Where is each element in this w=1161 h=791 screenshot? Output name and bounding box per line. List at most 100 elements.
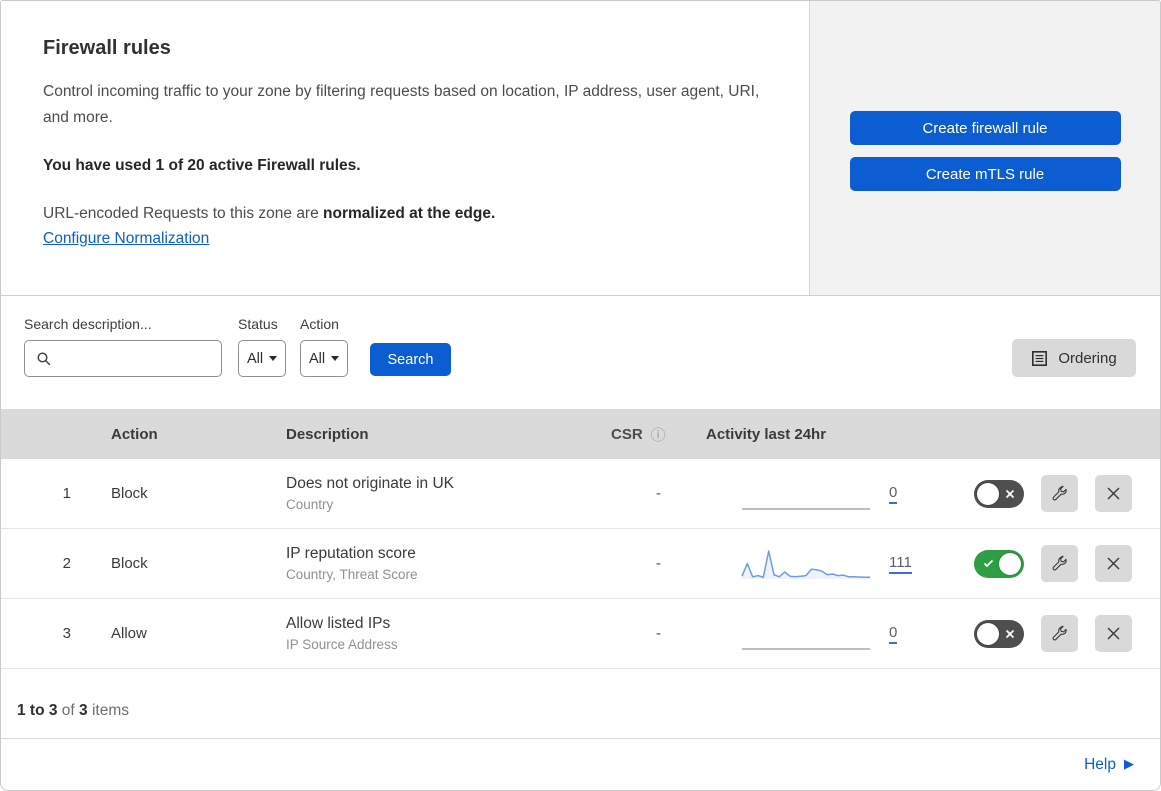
help-label: Help xyxy=(1084,755,1116,773)
search-label: Search description... xyxy=(24,316,152,332)
create-mtls-rule-button[interactable]: Create mTLS rule xyxy=(849,157,1121,191)
help-link[interactable]: Help ▶ xyxy=(1084,756,1134,774)
pagination-total: 3 xyxy=(79,702,88,719)
search-box[interactable] xyxy=(24,340,222,377)
rule-description-cell: Allow listed IPs IP Source Address xyxy=(286,615,611,652)
normalization-bold: normalized at the edge. xyxy=(323,205,496,222)
create-firewall-rule-button[interactable]: Create firewall rule xyxy=(849,111,1121,145)
toggle-knob xyxy=(977,482,999,505)
activity-sparkline xyxy=(741,549,870,579)
column-csr: CSR ⓘ xyxy=(611,424,706,445)
rule-controls xyxy=(961,615,1160,652)
action-label: Action xyxy=(300,316,339,332)
rule-description-cell: Does not originate in UK Country xyxy=(286,475,611,512)
bottom-bar: Help ▶ xyxy=(1,739,1160,790)
normalization-note: URL-encoded Requests to this zone are no… xyxy=(43,205,769,223)
column-description: Description xyxy=(286,425,369,443)
table-row: 1 Block Does not originate in UK Country… xyxy=(1,459,1160,529)
close-icon xyxy=(1106,486,1121,501)
chevron-down-icon xyxy=(269,356,278,361)
column-csr-label: CSR xyxy=(611,425,643,443)
edit-rule-button[interactable] xyxy=(1041,475,1078,512)
pagination-items: items xyxy=(91,702,130,719)
search-group: Search description... xyxy=(24,316,222,377)
status-label: Status xyxy=(238,316,278,332)
rule-action: Block xyxy=(111,485,148,502)
edit-rule-button[interactable] xyxy=(1041,615,1078,652)
ordering-list-icon xyxy=(1031,350,1048,367)
action-filter-group: Action All xyxy=(300,316,348,377)
header-section: Firewall rules Control incoming traffic … xyxy=(1,1,1160,296)
pagination-range: 1 to 3 xyxy=(17,702,58,719)
page-description: Control incoming traffic to your zone by… xyxy=(43,83,760,126)
column-action: Action xyxy=(111,425,158,443)
rule-priority: 2 xyxy=(62,555,71,572)
edit-rule-button[interactable] xyxy=(1041,545,1078,582)
rule-action: Block xyxy=(111,555,148,572)
rule-controls xyxy=(961,545,1160,582)
normalization-text: URL-encoded Requests to this zone are xyxy=(43,205,324,222)
status-toggle[interactable] xyxy=(974,549,1024,578)
wrench-icon xyxy=(1051,555,1068,572)
check-icon xyxy=(983,559,994,568)
status-select[interactable]: All xyxy=(238,340,286,377)
ordering-button-label: Ordering xyxy=(1058,349,1117,367)
rule-description-cell: IP reputation score Country, Threat Scor… xyxy=(286,545,611,582)
close-icon xyxy=(1106,556,1121,571)
wrench-icon xyxy=(1051,485,1068,502)
chevron-down-icon xyxy=(331,356,340,361)
delete-rule-button[interactable] xyxy=(1095,615,1132,652)
toggle-knob xyxy=(999,552,1021,575)
rule-criteria: IP Source Address xyxy=(286,637,398,652)
status-filter-group: Status All xyxy=(238,316,286,377)
rule-criteria: Country, Threat Score xyxy=(286,567,418,582)
rule-priority: 3 xyxy=(62,625,71,642)
activity-count-link[interactable]: 0 xyxy=(889,624,898,644)
rule-controls xyxy=(961,475,1160,512)
rule-activity-cell: 0 xyxy=(706,475,961,513)
ordering-button[interactable]: Ordering xyxy=(1012,339,1136,377)
x-icon xyxy=(1005,629,1015,639)
search-icon xyxy=(36,351,52,367)
close-icon xyxy=(1106,626,1121,641)
table-row: 2 Block IP reputation score Country, Thr… xyxy=(1,529,1160,599)
pagination-of: of xyxy=(61,702,75,719)
wrench-icon xyxy=(1051,625,1068,642)
activity-sparkline xyxy=(742,647,870,650)
rule-csr: - xyxy=(656,555,661,572)
activity-count-link[interactable]: 0 xyxy=(889,484,898,504)
action-select-value: All xyxy=(308,350,326,367)
status-toggle[interactable] xyxy=(974,619,1024,648)
column-activity: Activity last 24hr xyxy=(706,425,827,443)
rule-priority: 1 xyxy=(62,485,71,502)
activity-sparkline xyxy=(742,507,870,510)
firewall-rules-card: Firewall rules Control incoming traffic … xyxy=(0,0,1161,791)
header-text-panel: Firewall rules Control incoming traffic … xyxy=(1,1,809,295)
rule-description: Does not originate in UK xyxy=(286,475,455,492)
x-icon xyxy=(1005,489,1015,499)
status-toggle[interactable] xyxy=(974,479,1024,508)
delete-rule-button[interactable] xyxy=(1095,545,1132,582)
rule-activity-cell: 0 xyxy=(706,615,961,653)
rule-csr: - xyxy=(656,625,661,642)
rule-description: IP reputation score xyxy=(286,545,416,562)
table-header: Action Description CSR ⓘ Activity last 2… xyxy=(1,409,1160,459)
pagination-summary: 1 to 3 of 3 items xyxy=(1,669,1160,739)
rule-action: Allow xyxy=(111,625,147,642)
delete-rule-button[interactable] xyxy=(1095,475,1132,512)
toggle-knob xyxy=(977,622,999,645)
page-title: Firewall rules xyxy=(43,37,171,59)
rule-description: Allow listed IPs xyxy=(286,615,391,632)
activity-count-link[interactable]: 111 xyxy=(889,554,912,574)
action-select[interactable]: All xyxy=(300,340,348,377)
rule-criteria: Country xyxy=(286,497,334,512)
search-input[interactable] xyxy=(60,349,221,368)
rule-csr: - xyxy=(656,485,661,502)
status-select-value: All xyxy=(246,350,264,367)
info-icon[interactable]: ⓘ xyxy=(651,424,666,445)
table-row: 3 Allow Allow listed IPs IP Source Addre… xyxy=(1,599,1160,669)
search-button[interactable]: Search xyxy=(370,343,451,376)
rule-activity-cell: 111 xyxy=(706,545,961,583)
filter-bar: Search description... Status All Action … xyxy=(1,296,1160,409)
configure-normalization-link[interactable]: Configure Normalization xyxy=(43,230,209,247)
